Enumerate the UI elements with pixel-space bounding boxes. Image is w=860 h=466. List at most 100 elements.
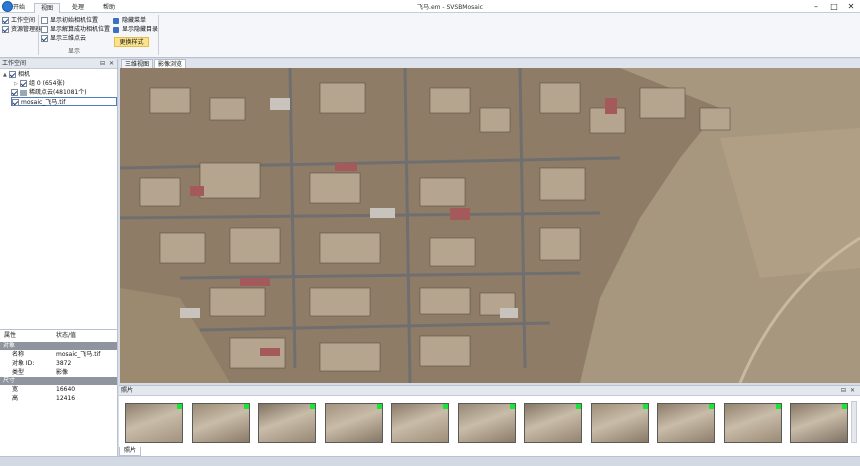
status-flag-icon bbox=[243, 404, 249, 409]
view-tab-strip: 三维视图 影像浏览 bbox=[119, 59, 860, 68]
show-adjusted-camera-toggle[interactable]: 显示解算成功相机位置 bbox=[41, 25, 110, 34]
close-button[interactable]: ✕ bbox=[843, 1, 859, 12]
tab-process[interactable]: 处理 bbox=[66, 3, 90, 13]
photo-thumbnail[interactable] bbox=[657, 403, 715, 443]
status-flag-icon bbox=[177, 404, 182, 409]
mosaic-image-view[interactable] bbox=[120, 68, 860, 383]
photo-thumbnail[interactable] bbox=[524, 403, 582, 443]
photo-thumbnail[interactable] bbox=[258, 403, 316, 443]
property-column-header: 属性 bbox=[4, 332, 17, 339]
status-bar bbox=[0, 456, 860, 466]
hide-menu-button[interactable]: 隐藏菜单 bbox=[113, 16, 158, 25]
workspace-panel-title: 工作空间 bbox=[2, 60, 27, 67]
checkbox-icon[interactable] bbox=[20, 80, 27, 87]
photo-thumbnail[interactable] bbox=[324, 403, 383, 443]
display-group: 显示初始相机位置 显示解算成功相机位置 显示三维点云 bbox=[41, 16, 110, 43]
photo-thumbnail[interactable] bbox=[790, 403, 848, 443]
photo-thumbnail[interactable] bbox=[391, 403, 449, 443]
property-value: 12416 bbox=[56, 395, 76, 402]
window-title: 飞马.em - SVSBMosaic bbox=[417, 4, 483, 11]
tab-view[interactable]: 视图 bbox=[34, 3, 60, 13]
close-icon[interactable]: ✕ bbox=[850, 386, 855, 396]
status-flag-icon bbox=[842, 404, 847, 409]
ribbon: 工作空间 资源管理器 显示初始相机位置 显示解算成功相机位置 显示三维点云 隐藏… bbox=[0, 13, 860, 58]
photo-thumbnail[interactable] bbox=[191, 403, 250, 443]
checkbox-icon[interactable] bbox=[41, 26, 48, 33]
property-category-object: 对象 bbox=[0, 342, 117, 350]
property-row: 对象 ID: 3872 bbox=[0, 359, 117, 368]
checkbox-icon[interactable] bbox=[41, 17, 48, 24]
property-value: 16640 bbox=[56, 386, 76, 393]
checkbox-icon[interactable] bbox=[11, 89, 18, 96]
property-key: 类型 bbox=[12, 369, 25, 376]
checkbox-icon[interactable] bbox=[2, 17, 9, 24]
status-flag-icon bbox=[642, 404, 648, 409]
tree-item-label: 相机 bbox=[18, 71, 31, 78]
menu-icon bbox=[113, 17, 119, 24]
show-hidden-path-button[interactable]: 显示隐藏目录 bbox=[113, 25, 158, 34]
show-3d-points-toggle[interactable]: 显示三维点云 bbox=[41, 34, 110, 43]
property-key: 对象 ID: bbox=[12, 360, 35, 367]
checkbox-icon[interactable] bbox=[12, 99, 19, 106]
status-flag-icon bbox=[709, 404, 714, 409]
property-value: mosaic_飞马.tif bbox=[56, 351, 101, 358]
photos-scrollbar[interactable] bbox=[851, 401, 857, 443]
pin-icon[interactable]: ⊟ bbox=[841, 386, 846, 396]
workspace-panel: 工作空间 ⊟ ✕ ▲ 相机 ▷ 组 0 (654张) 稀疏点云(481081个) m… bbox=[0, 59, 118, 329]
tab-photos[interactable]: 照片 bbox=[119, 447, 141, 456]
resource-manager-toggle-label: 资源管理器 bbox=[11, 26, 42, 33]
checkbox-icon[interactable] bbox=[41, 35, 48, 42]
show-hidden-path-label: 显示隐藏目录 bbox=[122, 26, 159, 33]
show-adjusted-camera-label: 显示解算成功相机位置 bbox=[50, 26, 111, 33]
pin-icon[interactable]: ⊟ bbox=[100, 59, 105, 69]
ribbon-divider bbox=[158, 15, 159, 55]
workspace-toggle[interactable]: 工作空间 bbox=[2, 16, 41, 25]
maximize-button[interactable]: □ bbox=[826, 1, 842, 12]
minimize-button[interactable]: – bbox=[808, 1, 824, 12]
ribbon-divider bbox=[38, 15, 39, 55]
show-3d-points-label: 显示三维点云 bbox=[50, 35, 87, 42]
title-bar: 飞马.em - SVSBMosaic – □ ✕ bbox=[0, 0, 860, 13]
tree-item-label: mosaic_飞马.tif bbox=[21, 99, 66, 106]
property-key: 名称 bbox=[12, 351, 25, 358]
tab-image-browse[interactable]: 影像浏览 bbox=[154, 59, 187, 68]
property-row: 名称 mosaic_飞马.tif bbox=[0, 350, 117, 359]
property-row: 宽 16640 bbox=[0, 385, 117, 394]
properties-panel: 属性 状态/值 对象 名称 mosaic_飞马.tif 对象 ID: 3872 类型… bbox=[0, 329, 118, 456]
tab-help[interactable]: 帮助 bbox=[97, 3, 121, 13]
photos-panel-title: 照片 bbox=[121, 387, 134, 394]
photo-thumbnail[interactable] bbox=[125, 403, 183, 443]
property-key: 宽 bbox=[12, 386, 19, 393]
tree-item-sparse-points[interactable]: 稀疏点云(481081个) bbox=[11, 88, 87, 97]
tree-item-label: 稀疏点云(481081个) bbox=[29, 89, 87, 96]
tree-item-mosaic[interactable]: mosaic_飞马.tif bbox=[11, 97, 117, 106]
workspace-panel-header: 工作空间 ⊟ ✕ bbox=[0, 59, 117, 69]
status-flag-icon bbox=[509, 404, 515, 409]
photo-thumbnail[interactable] bbox=[590, 403, 649, 443]
show-initial-camera-label: 显示初始相机位置 bbox=[50, 17, 99, 24]
tab-3d-view[interactable]: 三维视图 bbox=[121, 59, 154, 68]
point-cloud-icon bbox=[20, 89, 27, 96]
checkbox-icon[interactable] bbox=[2, 26, 9, 33]
tree-item-label: 组 0 (654张) bbox=[29, 80, 65, 87]
workspace-toggle-label: 工作空间 bbox=[11, 17, 36, 24]
photo-thumbnail[interactable] bbox=[457, 403, 516, 443]
property-category-size: 尺寸 bbox=[0, 377, 117, 385]
status-flag-icon bbox=[376, 404, 382, 409]
close-icon[interactable]: ✕ bbox=[109, 59, 114, 69]
tree-item-camera[interactable]: ▲ 相机 bbox=[3, 70, 30, 79]
resource-manager-toggle[interactable]: 资源管理器 bbox=[2, 25, 41, 34]
folder-icon bbox=[113, 26, 119, 33]
display-group-label: 显示 bbox=[68, 48, 81, 55]
change-style-button[interactable]: 更换样式 bbox=[114, 37, 149, 47]
show-initial-camera-toggle[interactable]: 显示初始相机位置 bbox=[41, 16, 110, 25]
status-flag-icon bbox=[443, 404, 448, 409]
tab-start[interactable]: 开始 bbox=[9, 3, 29, 13]
status-flag-icon bbox=[775, 404, 781, 409]
property-key: 高 bbox=[12, 395, 19, 402]
checkbox-icon[interactable] bbox=[9, 71, 16, 78]
status-flag-icon bbox=[310, 404, 315, 409]
photo-thumbnail[interactable] bbox=[723, 403, 782, 443]
mosaic-image bbox=[120, 68, 860, 383]
tree-item-group[interactable]: ▷ 组 0 (654张) bbox=[14, 79, 65, 88]
